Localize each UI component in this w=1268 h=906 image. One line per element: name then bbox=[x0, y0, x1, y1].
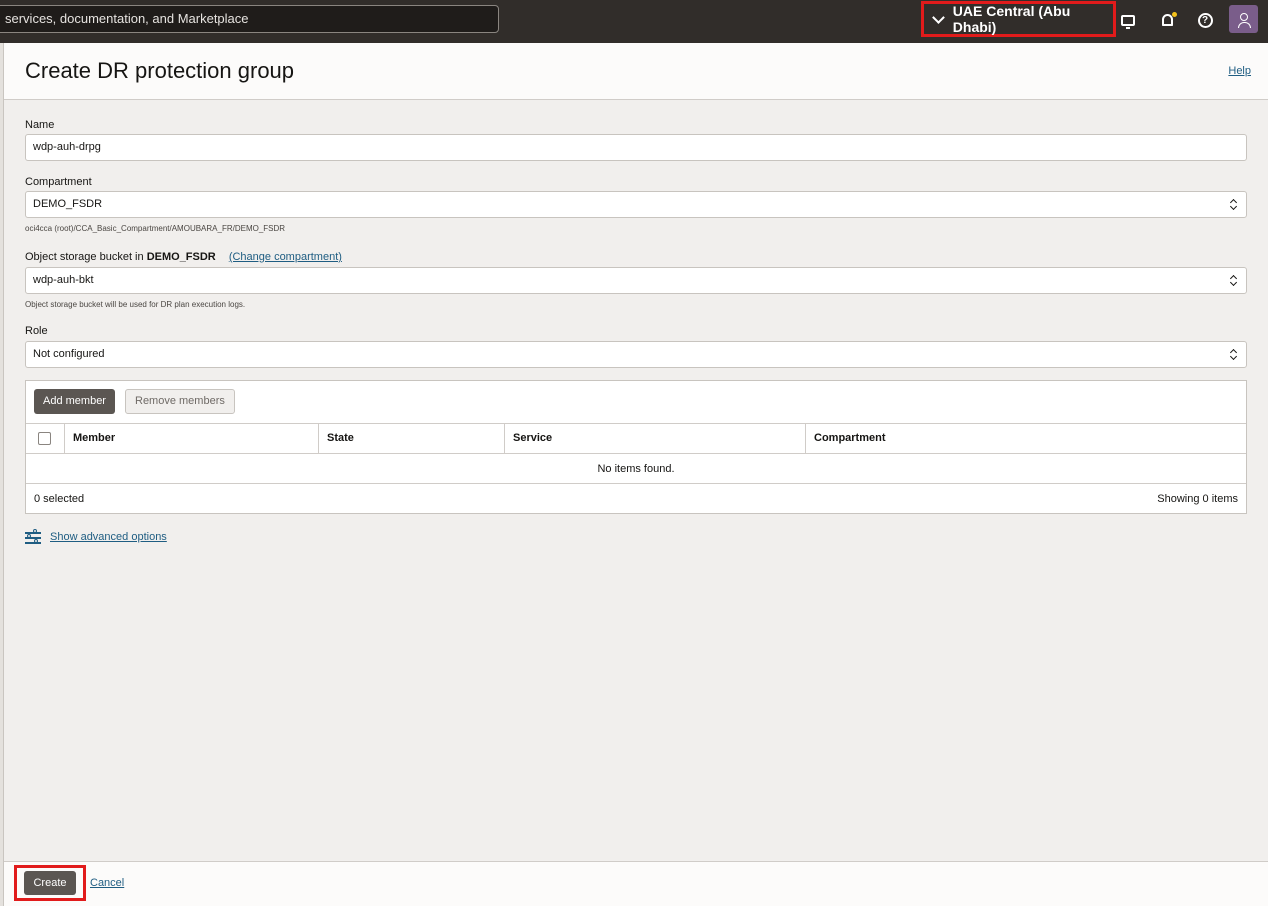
select-arrows-icon bbox=[1230, 274, 1237, 287]
role-value: Not configured bbox=[33, 348, 105, 360]
top-navigation-bar: services, documentation, and Marketplace… bbox=[0, 0, 1268, 43]
sliders-icon bbox=[25, 529, 41, 544]
panel-header: Create DR protection group Help bbox=[4, 43, 1268, 100]
compartment-label: Compartment bbox=[25, 176, 92, 188]
column-header-service[interactable]: Service bbox=[504, 424, 805, 453]
name-input[interactable]: wdp-auh-drpg bbox=[25, 134, 1247, 161]
bucket-select[interactable]: wdp-auh-bkt bbox=[25, 267, 1247, 294]
panel-footer: Create Cancel bbox=[4, 861, 1268, 906]
page-title: Create DR protection group bbox=[25, 58, 295, 83]
create-button-highlight: Create bbox=[14, 865, 86, 901]
bucket-label: Object storage bucket in DEMO_FSDR (Chan… bbox=[25, 251, 342, 263]
notifications-bell-icon[interactable] bbox=[1156, 9, 1178, 31]
column-header-compartment[interactable]: Compartment bbox=[805, 424, 1246, 453]
compartment-path: oci4cca (root)/CCA_Basic_Compartment/AMO… bbox=[25, 224, 286, 233]
column-header-state[interactable]: State bbox=[318, 424, 504, 453]
bucket-label-prefix: Object storage bucket in bbox=[25, 251, 144, 263]
select-arrows-icon bbox=[1230, 198, 1237, 211]
members-table: Add member Remove members Member State S… bbox=[25, 380, 1247, 514]
cloud-shell-icon[interactable] bbox=[1117, 9, 1139, 31]
select-all-checkbox[interactable] bbox=[38, 432, 51, 445]
help-icon[interactable]: ? bbox=[1194, 9, 1216, 31]
create-dr-protection-group-panel: Create DR protection group Help Name wdp… bbox=[4, 43, 1268, 906]
help-link[interactable]: Help bbox=[1228, 65, 1251, 77]
table-header: Member State Service Compartment bbox=[26, 423, 1246, 454]
create-button[interactable]: Create bbox=[24, 871, 76, 895]
bucket-value: wdp-auh-bkt bbox=[33, 274, 94, 286]
name-label: Name bbox=[25, 119, 55, 131]
cancel-link[interactable]: Cancel bbox=[90, 877, 124, 889]
show-advanced-options-link[interactable]: Show advanced options bbox=[50, 531, 167, 543]
bucket-label-compartment: DEMO_FSDR bbox=[146, 251, 216, 263]
role-label: Role bbox=[25, 325, 48, 337]
user-avatar[interactable] bbox=[1229, 5, 1258, 33]
search-input[interactable]: services, documentation, and Marketplace bbox=[0, 5, 499, 33]
chevron-down-icon bbox=[932, 10, 945, 24]
add-member-button[interactable]: Add member bbox=[34, 389, 115, 414]
user-icon bbox=[1237, 13, 1251, 28]
remove-members-button[interactable]: Remove members bbox=[125, 389, 235, 414]
change-compartment-link[interactable]: (Change compartment) bbox=[229, 251, 342, 263]
selected-count: 0 selected bbox=[34, 493, 85, 505]
bucket-help-text: Object storage bucket will be used for D… bbox=[25, 300, 246, 309]
role-select[interactable]: Not configured bbox=[25, 341, 1247, 368]
empty-state: No items found. bbox=[26, 454, 1246, 484]
showing-count: Showing 0 items bbox=[1157, 493, 1238, 505]
select-arrows-icon bbox=[1230, 348, 1237, 361]
column-header-member[interactable]: Member bbox=[64, 424, 318, 453]
region-label: UAE Central (Abu Dhabi) bbox=[952, 3, 1071, 35]
compartment-value: DEMO_FSDR bbox=[33, 198, 103, 210]
region-selector[interactable]: UAE Central (Abu Dhabi) bbox=[921, 1, 1116, 37]
advanced-options-toggle[interactable]: Show advanced options bbox=[25, 529, 167, 544]
compartment-select[interactable]: DEMO_FSDR bbox=[25, 191, 1247, 218]
